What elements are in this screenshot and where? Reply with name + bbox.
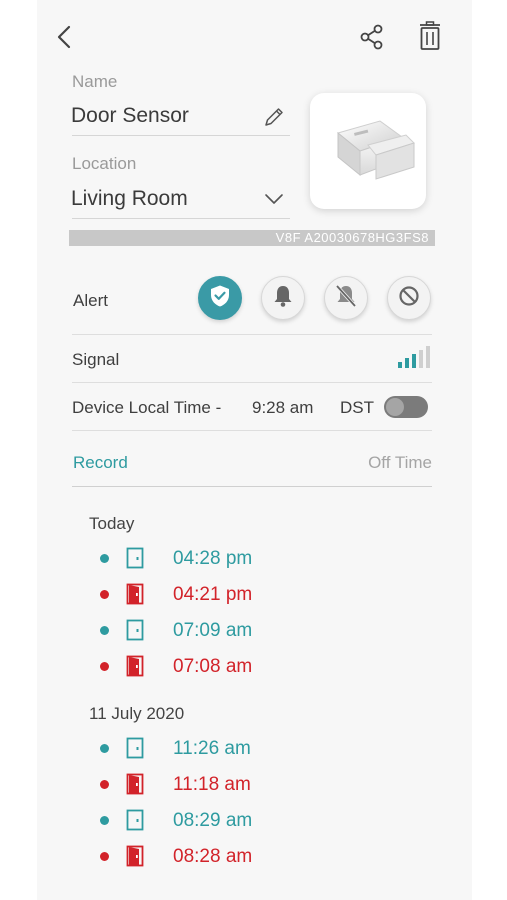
record-tab[interactable]: Record	[73, 453, 128, 473]
signal-divider	[72, 382, 432, 383]
record-time: 11:18 am	[173, 774, 251, 795]
status-dot	[100, 590, 109, 599]
chevron-down-icon[interactable]	[264, 192, 284, 206]
shield-check-icon	[209, 284, 231, 313]
record-divider	[72, 486, 432, 487]
door-open-icon	[126, 655, 144, 682]
pencil-icon[interactable]	[263, 106, 285, 128]
mute-icon	[335, 284, 357, 313]
alert-mode-mute-button[interactable]	[324, 276, 368, 320]
status-dot	[100, 744, 109, 753]
record-time: 08:28 am	[173, 846, 253, 867]
status-dot	[100, 816, 109, 825]
chevron-left-icon[interactable]	[53, 24, 77, 50]
disabled-icon	[398, 285, 420, 312]
record-time: 07:08 am	[173, 656, 253, 677]
door-open-icon	[126, 773, 144, 800]
alert-mode-off-button[interactable]	[387, 276, 431, 320]
door-closed-icon	[126, 547, 144, 574]
signal-bar	[405, 358, 409, 368]
record-time: 08:29 am	[173, 810, 253, 831]
door-closed-icon	[126, 737, 144, 764]
off-time-filter[interactable]: Off Time	[368, 453, 432, 473]
record-time: 11:26 am	[173, 738, 251, 759]
signal-label: Signal	[72, 350, 120, 369]
dst-toggle[interactable]	[384, 396, 428, 418]
alert-mode-sound-button[interactable]	[261, 276, 305, 320]
status-dot	[100, 780, 109, 789]
record-time: 04:28 pm	[173, 548, 253, 569]
status-dot	[100, 852, 109, 861]
bell-icon	[272, 284, 294, 313]
door-open-icon	[126, 583, 144, 610]
door-open-icon	[126, 845, 144, 872]
signal-bar	[426, 346, 430, 368]
status-dot	[100, 662, 109, 671]
location-select[interactable]: Living Room	[71, 187, 188, 211]
serial-number-bar: V8F A20030678HG3FS8	[69, 230, 435, 246]
door-closed-icon	[126, 809, 144, 836]
location-underline	[72, 218, 290, 219]
trash-icon[interactable]	[418, 21, 442, 51]
time-divider	[72, 430, 432, 431]
status-dot	[100, 554, 109, 563]
door-closed-icon	[126, 619, 144, 646]
record-time: 07:09 am	[173, 620, 253, 641]
location-label: Location	[72, 154, 137, 173]
alert-mode-armed-button[interactable]	[198, 276, 242, 320]
signal-bars-icon	[396, 346, 432, 370]
device-name[interactable]: Door Sensor	[71, 104, 189, 128]
signal-bar	[412, 354, 416, 368]
alert-label: Alert	[73, 291, 108, 310]
dst-label: DST	[340, 398, 374, 417]
name-underline	[72, 135, 290, 136]
record-date-header: Today	[89, 514, 135, 533]
signal-bar	[419, 350, 423, 368]
signal-bar	[398, 362, 402, 368]
record-time: 04:21 pm	[173, 584, 253, 605]
name-label: Name	[72, 72, 118, 91]
dst-toggle-knob	[386, 398, 404, 416]
device-local-time-label: Device Local Time -	[72, 398, 222, 417]
door-sensor-image	[310, 93, 426, 209]
device-detail-screen: Name Door Sensor Location Living Room V8…	[37, 0, 472, 900]
alert-divider	[72, 334, 432, 335]
status-dot	[100, 626, 109, 635]
share-icon[interactable]	[360, 24, 384, 50]
device-local-time-value: 9:28 am	[252, 398, 314, 417]
record-date-header: 11 July 2020	[89, 704, 185, 723]
